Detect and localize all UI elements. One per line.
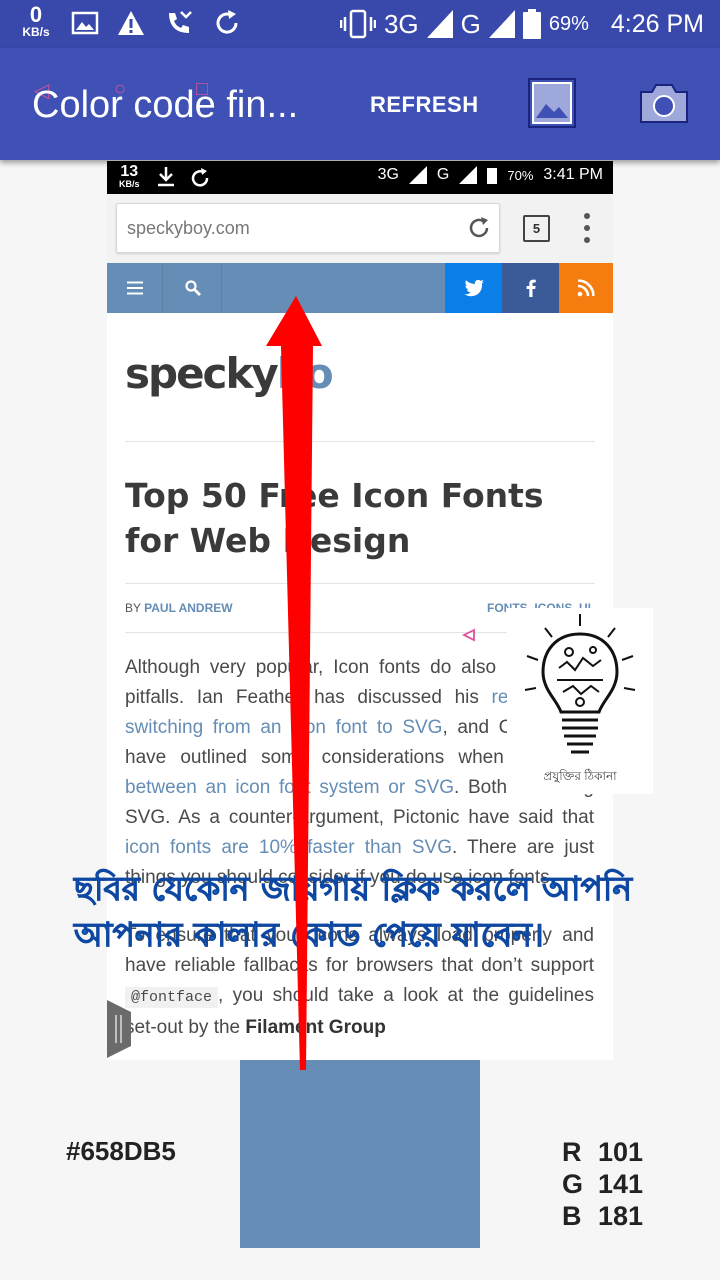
embedded-battery: 70%	[507, 167, 534, 183]
embedded-status-bar: 13 KB/s 3G G 70% 3:41 PM	[107, 161, 613, 194]
article-headline: Top 50 Free Icon Fonts for Web Design	[125, 476, 544, 560]
download-icon	[158, 167, 174, 187]
byline-prefix: BY	[125, 601, 141, 615]
embedded-clock: 3:41 PM	[543, 166, 603, 183]
network-speed-value: 0	[29, 2, 43, 27]
p2-bold: Filament Group	[245, 1017, 386, 1038]
g-label: G	[562, 1169, 584, 1199]
rgb-row-g: G 141	[562, 1168, 643, 1200]
image-notification-icon	[71, 11, 99, 35]
image-icon[interactable]	[528, 78, 576, 128]
twitter-icon	[463, 279, 484, 297]
url-text: speckyboy.com	[127, 218, 250, 238]
signal-3g-label: 3G	[383, 8, 419, 39]
divider	[125, 441, 595, 442]
url-bar: speckyboy.com	[116, 203, 500, 253]
rgb-row-r: R 101	[562, 1136, 643, 1168]
b-value: 181	[598, 1201, 644, 1231]
menu-icon	[126, 281, 143, 295]
r-label: R	[562, 1137, 582, 1167]
browser-bar: speckyboy.com 5	[107, 194, 613, 263]
embedded-network-speed: 13 KB/s	[119, 164, 140, 189]
embedded-speed-unit: KB/s	[119, 179, 140, 189]
search-icon	[184, 280, 201, 296]
rgb-row-b: B 181	[562, 1200, 643, 1232]
facebook-item	[502, 263, 559, 313]
tab-count: 5	[523, 215, 550, 242]
signal-icon	[488, 10, 515, 38]
bulb-caption: প্রযুক্তির ঠিকানা	[543, 769, 617, 783]
bulb-logo: প্রযুক্তির ঠিকানা	[507, 608, 653, 794]
hex-code: #658DB5	[66, 1136, 176, 1166]
signal-icon	[408, 166, 427, 184]
more-vert-icon	[584, 213, 590, 243]
rss-item	[559, 263, 613, 313]
facebook-icon	[526, 279, 536, 297]
app-title: Color code fin...	[32, 84, 299, 126]
embedded-signal-label: 3G	[377, 166, 399, 183]
r-value: 101	[598, 1137, 644, 1167]
menu-item	[107, 263, 163, 313]
warning-icon	[118, 11, 144, 35]
network-speed: 0 KB/s	[18, 2, 54, 39]
signal-g-label: G	[460, 8, 481, 39]
sync-icon	[216, 10, 238, 34]
divider	[125, 583, 595, 584]
missed-call-icon	[169, 11, 192, 33]
drag-handle-icon[interactable]	[107, 1000, 131, 1058]
logo-part-dark: specky	[125, 349, 279, 398]
twitter-item	[445, 263, 502, 313]
status-bar: 0 KB/s 3G G 69% 4:26 PM	[0, 0, 720, 48]
color-swatch	[240, 1060, 480, 1248]
app-toolbar: ◁ ○ □ Color code fin... REFRESH	[0, 48, 720, 160]
battery-icon	[487, 168, 498, 184]
signal-icon	[459, 166, 478, 184]
logo-part-blue: bo	[276, 349, 334, 398]
rss-icon	[577, 279, 595, 297]
lightbulb-icon	[524, 614, 636, 754]
p1-link-3: icon fonts are 10% faster than SVG	[125, 837, 452, 858]
p2-code: @fontface	[125, 987, 219, 1008]
signal-icon	[426, 10, 453, 38]
camera-icon[interactable]	[638, 80, 690, 126]
site-nav-bar	[107, 263, 613, 313]
embedded-speed-value: 13	[120, 163, 139, 180]
g-value: 141	[598, 1169, 644, 1199]
rgb-values: R 101 G 141 B 181	[562, 1136, 643, 1232]
status-right: 3G G 69% 4:26 PM	[339, 8, 704, 40]
site-logo: speckybo	[125, 349, 334, 398]
author-name: PAUL ANDREW	[144, 601, 233, 615]
embedded-signal-g: G	[436, 166, 450, 183]
battery-percent: 69%	[548, 12, 589, 35]
reload-icon	[469, 217, 489, 238]
article-byline: BY PAUL ANDREW	[125, 601, 233, 615]
embedded-status-right: 3G G 70% 3:41 PM	[378, 166, 603, 184]
app-screen: 0 KB/s 3G G 69% 4:26 PM ◁ ○ □ Color code…	[0, 0, 720, 1280]
network-speed-unit: KB/s	[22, 25, 50, 39]
clock: 4:26 PM	[610, 9, 704, 38]
refresh-button[interactable]: REFRESH	[370, 92, 479, 118]
marker-icon	[462, 628, 475, 642]
instruction-text: ছবির যেকোন জায়গায় ক্লিক করলে আপনি আপনা…	[74, 869, 633, 955]
search-item	[164, 263, 222, 313]
sync-icon	[191, 168, 209, 187]
vibrate-icon	[339, 9, 376, 39]
b-label: B	[562, 1201, 582, 1231]
battery-icon	[522, 9, 541, 39]
